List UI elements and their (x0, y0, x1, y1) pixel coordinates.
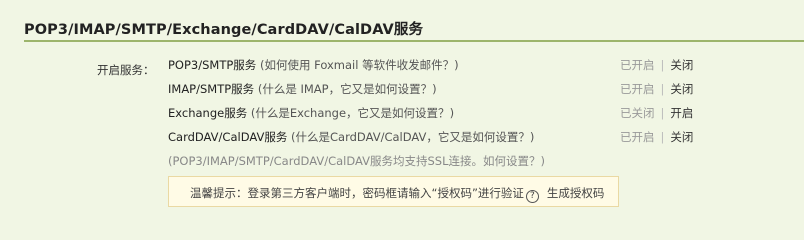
service-state: 已开启 | 关闭 (620, 129, 693, 145)
service-name: CardDAV/CalDAV服务 (168, 130, 288, 144)
enable-services-label: 开启服务： (97, 63, 155, 77)
status-text: 已开启 (620, 130, 655, 144)
toggle-service-link[interactable]: 关闭 (670, 58, 693, 72)
ssl-support-note: (POP3/IMAP/SMTP/CardDAV/CalDAV服务均支持SSL连接… (168, 153, 545, 169)
service-help-link[interactable]: 如何使用 Foxmail 等软件收发邮件？ (264, 58, 454, 72)
status-text: 已开启 (620, 82, 655, 96)
service-help-link[interactable]: 什么是CardDAV/CalDAV，它又是如何设置？ (296, 130, 530, 144)
ssl-note-text: (POP3/IMAP/SMTP/CardDAV/CalDAV服务均支持SSL连接… (168, 154, 484, 168)
service-state: 已开启 | 关闭 (620, 57, 693, 73)
tip-text: 温馨提示：登录第三方客户端时，密码框请输入“授权码”进行验证 (190, 186, 524, 200)
service-name: IMAP/SMTP服务 (168, 82, 255, 96)
paren-open: ( (287, 130, 296, 144)
service-help-link[interactable]: 什么是Exchange，它又是如何设置？ (255, 106, 449, 120)
service-state: 已开启 | 关闭 (620, 81, 693, 97)
ssl-setup-link[interactable]: 如何设置？ (483, 154, 541, 168)
paren-close: ) (454, 58, 459, 72)
status-text: 已关闭 (620, 106, 655, 120)
status-text: 已开启 (620, 58, 655, 72)
paren-close: ) (432, 82, 437, 96)
service-row-carddav-caldav: CardDAV/CalDAV服务 (什么是CardDAV/CalDAV，它又是如… (168, 129, 728, 147)
toggle-service-link[interactable]: 开启 (670, 106, 693, 120)
generate-auth-code-link[interactable]: 生成授权码 (547, 186, 605, 200)
service-name: POP3/SMTP服务 (168, 58, 257, 72)
service-row-exchange: Exchange服务 (什么是Exchange，它又是如何设置？) 已关闭 | 开启 (168, 105, 728, 123)
paren-close: ) (449, 106, 455, 120)
authorization-code-tip: 温馨提示：登录第三方客户端时，密码框请输入“授权码”进行验证? 生成授权码 (168, 176, 619, 207)
separator: | (660, 106, 665, 120)
service-help-link[interactable]: 什么是 IMAP，它又是如何设置？ (262, 82, 432, 96)
separator: | (660, 130, 665, 144)
mail-service-settings-panel: POP3/IMAP/SMTP/Exchange/CardDAV/CalDAV服务… (0, 0, 804, 223)
service-row-pop3-smtp: POP3/SMTP服务 (如何使用 Foxmail 等软件收发邮件？) 已开启 |… (168, 57, 728, 75)
title-divider (24, 40, 804, 42)
toggle-service-link[interactable]: 关闭 (670, 130, 693, 144)
tip-content: 温馨提示：登录第三方客户端时，密码框请输入“授权码”进行验证? 生成授权码 (190, 185, 604, 203)
section-title: POP3/IMAP/SMTP/Exchange/CardDAV/CalDAV服务 (24, 22, 424, 38)
separator: | (660, 82, 665, 96)
service-row-imap-smtp: IMAP/SMTP服务 (什么是 IMAP，它又是如何设置？) 已开启 | 关闭 (168, 81, 728, 99)
ssl-note-close: ) (540, 154, 546, 168)
service-state: 已关闭 | 开启 (620, 105, 693, 121)
service-name: Exchange服务 (168, 106, 248, 120)
paren-close: ) (529, 130, 535, 144)
toggle-service-link[interactable]: 关闭 (670, 82, 693, 96)
separator: | (660, 58, 665, 72)
question-circle-icon[interactable]: ? (525, 190, 539, 203)
